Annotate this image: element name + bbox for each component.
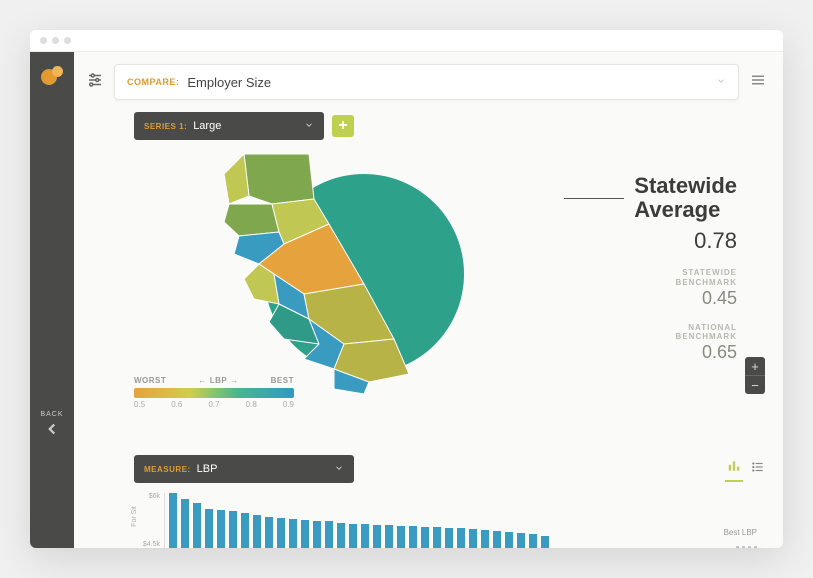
chevron-down-icon: [304, 117, 314, 135]
bars-container: [164, 493, 767, 548]
window-dot: [40, 37, 47, 44]
measure-value: LBP: [197, 463, 218, 475]
bar[interactable]: [337, 523, 345, 549]
bar[interactable]: [325, 521, 333, 548]
zoom-in-button[interactable]: +: [745, 357, 765, 375]
chart-view-button[interactable]: [725, 457, 743, 482]
measure-label: MEASURE:: [144, 465, 191, 474]
bar[interactable]: [517, 533, 525, 548]
bar[interactable]: [469, 529, 477, 548]
compare-value: Employer Size: [187, 75, 271, 90]
view-toggle: [725, 457, 767, 482]
y-ticks: $6k $4.5k: [134, 493, 160, 548]
add-series-button[interactable]: +: [332, 115, 354, 137]
bar[interactable]: [409, 526, 417, 548]
window-dot: [64, 37, 71, 44]
bar[interactable]: [397, 526, 405, 548]
bar[interactable]: [265, 517, 273, 548]
list-view-button[interactable]: [749, 458, 767, 481]
california-map[interactable]: [184, 144, 444, 404]
back-button[interactable]: BACK: [30, 411, 74, 438]
app-window: BACK COMPARE: Employer Size: [30, 30, 783, 548]
menu-icon[interactable]: [749, 71, 767, 94]
bar[interactable]: [349, 524, 357, 548]
stat-value: 0.78: [504, 228, 737, 254]
bar-chart: For Sit $6k $4.5k Best LBP: [134, 493, 767, 548]
bar[interactable]: [529, 534, 537, 548]
statewide-benchmark: STATEWIDE BENCHMARK 0.45: [504, 268, 737, 308]
measure-select[interactable]: MEASURE: LBP: [134, 455, 354, 483]
bar[interactable]: [313, 521, 321, 548]
bar[interactable]: [289, 519, 297, 548]
bar[interactable]: [373, 525, 381, 548]
chart-ellipsis: [736, 546, 757, 548]
bar[interactable]: [385, 525, 393, 548]
bar[interactable]: [229, 511, 237, 548]
bar[interactable]: [361, 524, 369, 548]
bar[interactable]: [241, 513, 249, 548]
bar[interactable]: [301, 520, 309, 548]
legend-worst: WORST: [134, 376, 166, 385]
bar[interactable]: [505, 532, 513, 548]
bar[interactable]: [433, 527, 441, 548]
map-panel: [134, 144, 494, 404]
bar[interactable]: [445, 528, 453, 548]
stat-title: StatewideAverage: [634, 174, 737, 222]
series-select[interactable]: SERIES 1: Large: [134, 112, 324, 140]
compare-select[interactable]: COMPARE: Employer Size: [114, 64, 739, 100]
compare-label: COMPARE:: [127, 77, 179, 87]
chevron-left-icon: [43, 420, 61, 438]
bar[interactable]: [193, 503, 201, 548]
stats-panel: StatewideAverage 0.78 STATEWIDE BENCHMAR…: [494, 144, 767, 404]
bar[interactable]: [217, 510, 225, 548]
bar[interactable]: [493, 531, 501, 548]
chevron-down-icon: [334, 460, 344, 478]
titlebar: [30, 30, 783, 52]
settings-icon[interactable]: [86, 71, 104, 94]
window-dot: [52, 37, 59, 44]
bar[interactable]: [253, 515, 261, 548]
back-label: BACK: [40, 411, 63, 418]
bar[interactable]: [169, 493, 177, 548]
chart-annotation: Best LBP: [724, 528, 757, 537]
bar[interactable]: [541, 536, 549, 548]
bar[interactable]: [421, 527, 429, 548]
bar[interactable]: [277, 518, 285, 548]
leader-line: [564, 198, 624, 199]
chevron-down-icon: [716, 73, 726, 91]
bar[interactable]: [457, 528, 465, 548]
series-label: SERIES 1:: [144, 122, 187, 131]
bar[interactable]: [481, 530, 489, 548]
bar[interactable]: [181, 499, 189, 548]
bar[interactable]: [205, 509, 213, 548]
logo: [41, 66, 63, 88]
national-benchmark: NATIONAL BENCHMARK 0.65: [504, 323, 737, 363]
sidebar: BACK: [30, 52, 74, 548]
series-value: Large: [193, 120, 221, 132]
